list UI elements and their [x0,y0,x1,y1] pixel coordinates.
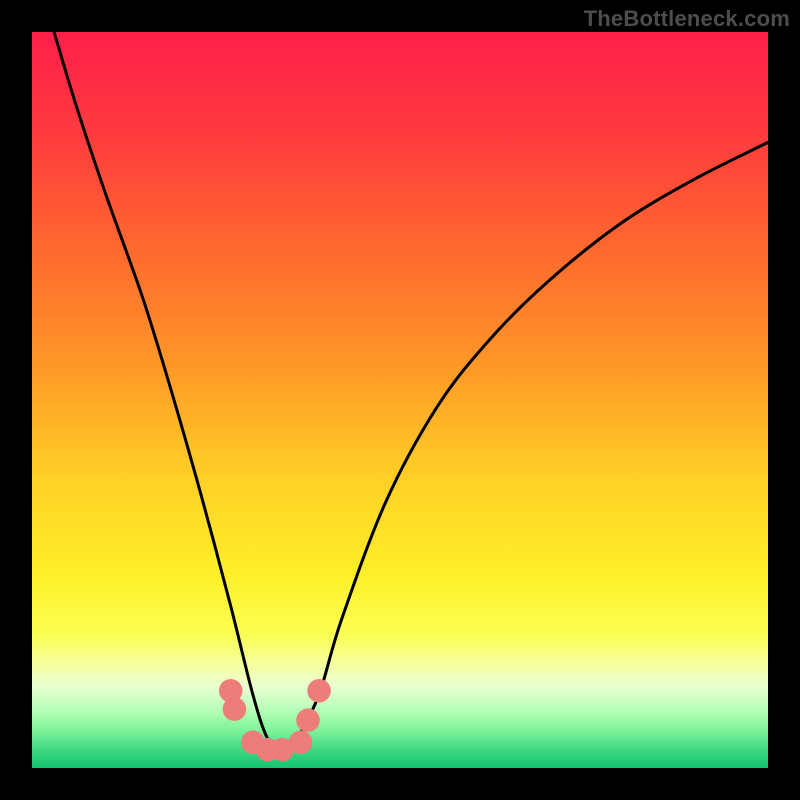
marker-dot [296,708,320,732]
marker-dot [223,697,247,721]
bottleneck-curve [54,32,768,753]
marker-dot [289,730,313,754]
bottleneck-markers [219,679,331,761]
watermark-text: TheBottleneck.com [584,6,790,32]
chart-overlay [32,32,768,768]
marker-dot [307,679,331,703]
